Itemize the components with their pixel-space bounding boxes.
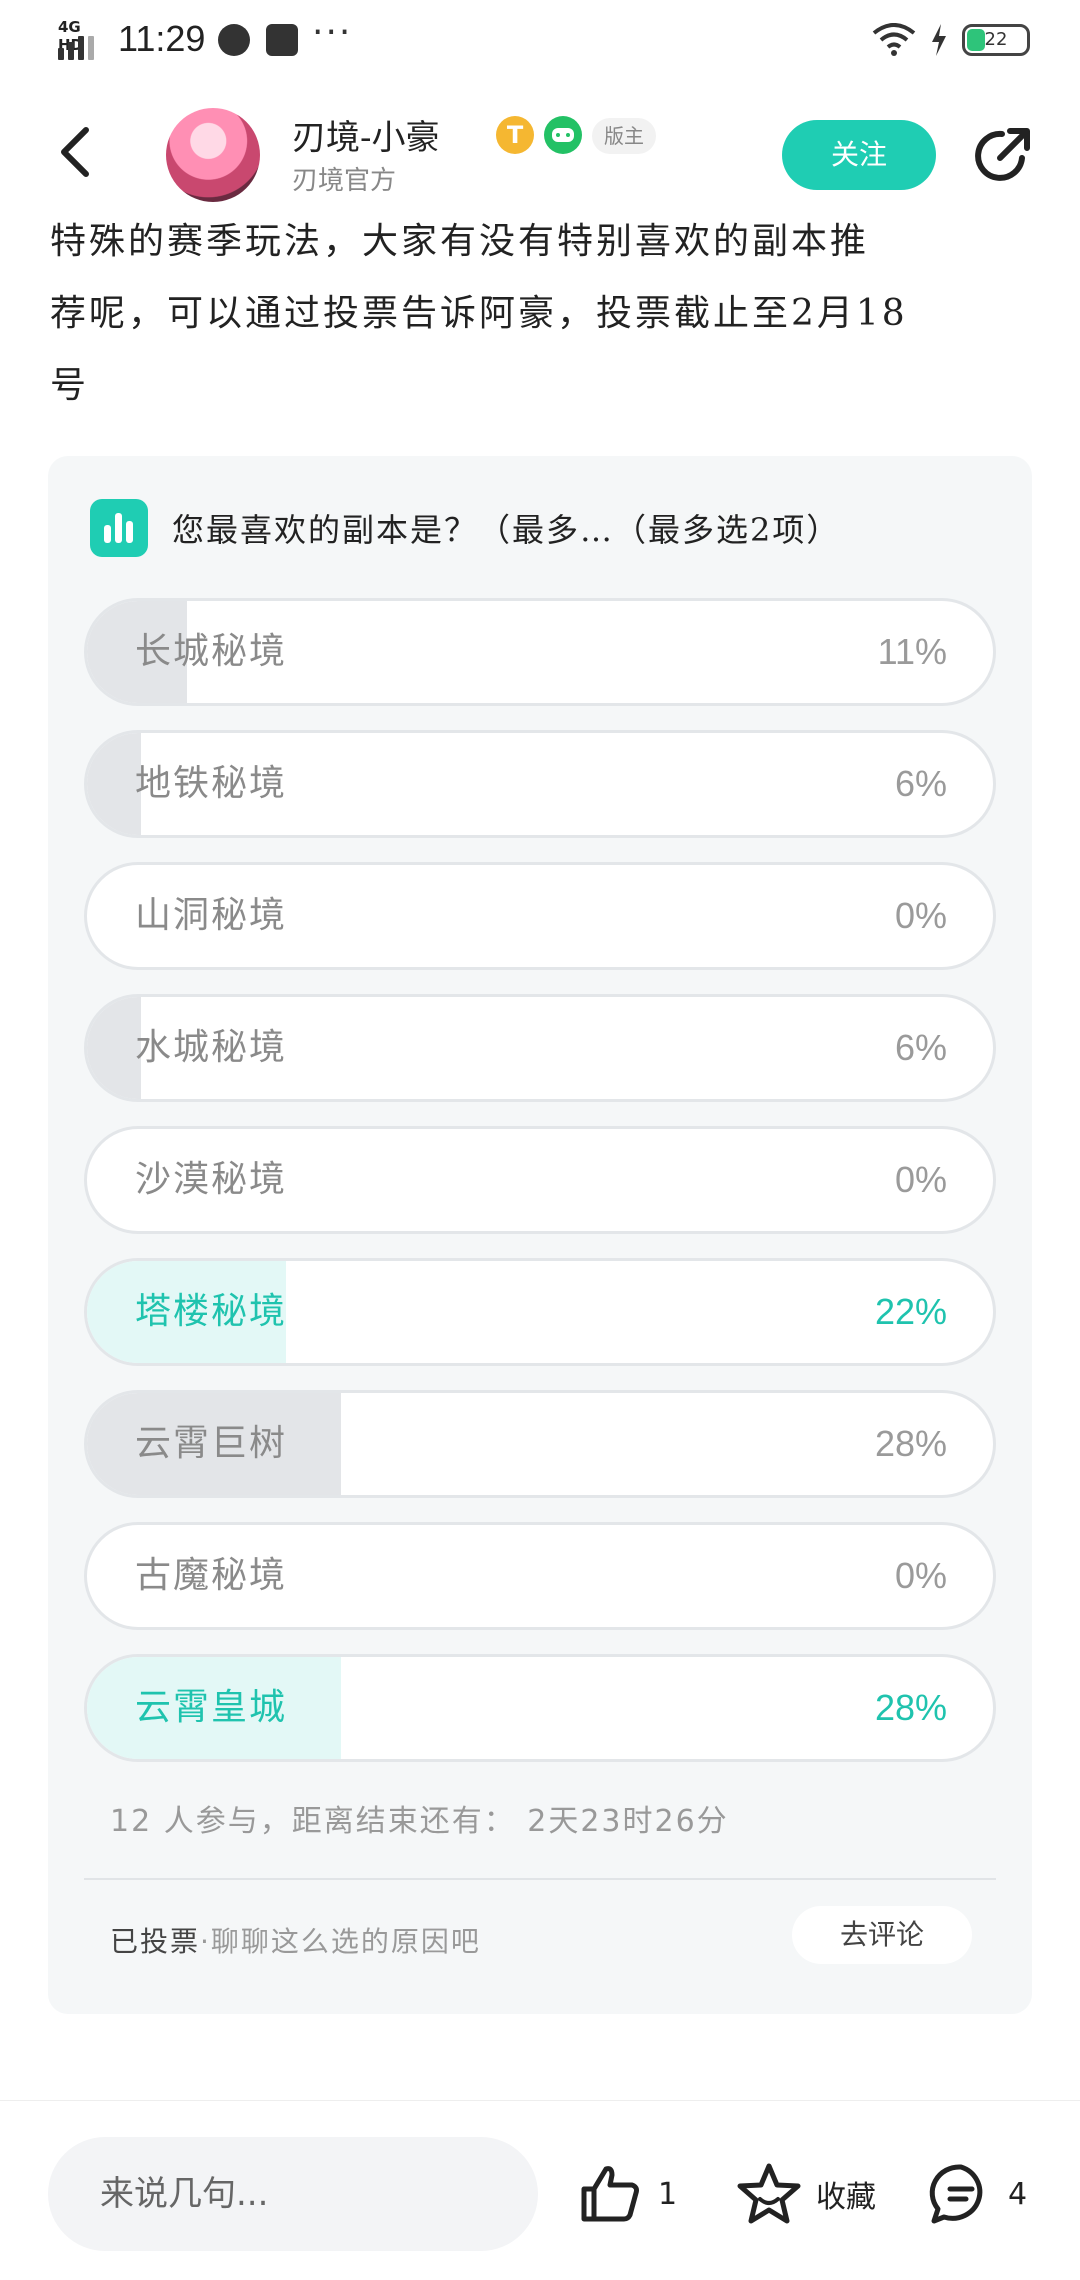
poll-option-percent: 6% — [894, 763, 947, 804]
comment-count: 4 — [1008, 2176, 1028, 2212]
poll-option-percent: 0% — [894, 895, 947, 936]
battery-icon: 22 — [962, 24, 1030, 56]
poll-option-fill — [87, 997, 142, 1099]
poll-option-percent: 22% — [874, 1291, 947, 1332]
thumbs-up-icon — [581, 2166, 639, 2222]
more-notifications-icon: ··· — [312, 12, 353, 53]
poll-option[interactable]: 长城秘境 11% — [84, 598, 996, 706]
bar-chart-icon — [90, 499, 148, 557]
poll-option-percent: 28% — [874, 1423, 947, 1464]
level-badge-icon: T — [496, 116, 534, 154]
like-count: 1 — [658, 2176, 678, 2212]
follow-button[interactable]: 关注 — [782, 120, 936, 190]
poll-option-label: 地铁秘境 — [135, 763, 288, 804]
post-line: 特殊的赛季玩法，大家有没有特别喜欢的副本推 — [50, 221, 870, 262]
poll-option[interactable]: 山洞秘境 0% — [84, 862, 996, 970]
speed-indicator-icon — [218, 24, 250, 56]
poll-option-label: 长城秘境 — [135, 631, 288, 672]
poll-option-percent: 28% — [874, 1687, 947, 1728]
back-arrow-icon[interactable] — [48, 122, 108, 182]
bottom-action-bar: 来说几句... 1 收藏 4 — [0, 2100, 1080, 2280]
poll-option[interactable]: 沙漠秘境 0% — [84, 1126, 996, 1234]
comment-input[interactable]: 来说几句... — [48, 2137, 538, 2251]
poll-option[interactable]: 地铁秘境 6% — [84, 730, 996, 838]
favorite-button[interactable]: 收藏 — [736, 2159, 876, 2229]
poll-option-fill — [87, 733, 142, 835]
divider — [84, 1878, 996, 1880]
cellular-signal-icon: 4G HD — [58, 18, 104, 60]
poll-options: 长城秘境 11% 地铁秘境 6% 山洞秘境 0% 水城秘境 6% 沙漠秘境 0% 塔楼秘境… — [84, 598, 996, 1786]
poll-option-label: 云霄皇城 — [135, 1687, 288, 1728]
poll-option[interactable]: 云霄巨树 28% — [84, 1390, 996, 1498]
like-button[interactable]: 1 — [578, 2159, 677, 2229]
post-line: 号 — [50, 365, 90, 406]
author-subtitle: 刃境官方 — [292, 166, 397, 196]
poll-option-percent: 0% — [894, 1555, 947, 1596]
post-line: 荐呢，可以通过投票告诉阿豪，投票截止至2月18 — [50, 293, 908, 334]
poll-option-label: 沙漠秘境 — [135, 1159, 288, 1200]
poll-title: 您最喜欢的副本是？（最多…（最多选2项） — [172, 511, 841, 549]
share-icon[interactable] — [972, 124, 1034, 186]
poll-card: 您最喜欢的副本是？（最多…（最多选2项） 长城秘境 11% 地铁秘境 6% 山洞秘境… — [48, 456, 1032, 2014]
poll-option-label: 塔楼秘境 — [135, 1291, 288, 1332]
poll-option[interactable]: 云霄皇城 28% — [84, 1654, 996, 1762]
comments-button[interactable]: 4 — [928, 2159, 1027, 2229]
poll-option-label: 古魔秘境 — [135, 1555, 288, 1596]
status-time: 11:29 — [118, 18, 206, 59]
go-comment-button[interactable]: 去评论 — [792, 1906, 972, 1964]
author-avatar[interactable] — [166, 108, 260, 202]
voted-status: 已投票·聊聊这么选的原因吧 — [110, 1920, 481, 1960]
charging-icon — [932, 24, 946, 56]
poll-participation-info: 12 人参与，距离结束还有： 2天23时26分 — [110, 1804, 729, 1839]
poll-option-percent: 0% — [894, 1159, 947, 1200]
favorite-label: 收藏 — [816, 2180, 876, 2215]
app-notification-icon — [266, 24, 298, 56]
poll-option[interactable]: 水城秘境 6% — [84, 994, 996, 1102]
poll-option-percent: 11% — [877, 631, 947, 672]
voted-label: 已投票 — [110, 1925, 201, 1958]
comment-bubble-icon — [929, 2164, 983, 2224]
status-bar: 4G HD 11:29 ··· 22 — [0, 0, 1080, 80]
gamepad-badge-icon — [544, 116, 582, 154]
poll-option-label: 山洞秘境 — [135, 895, 288, 936]
moderator-badge: 版主 — [592, 118, 656, 154]
battery-level: 22 — [984, 29, 1008, 50]
poll-option-percent: 6% — [894, 1027, 947, 1068]
poll-option[interactable]: 塔楼秘境 22% — [84, 1258, 996, 1366]
post-body: 特殊的赛季玩法，大家有没有特别喜欢的副本推 荐呢，可以通过投票告诉阿豪，投票截止… — [50, 206, 1040, 422]
star-icon — [737, 2163, 801, 2224]
poll-option[interactable]: 古魔秘境 0% — [84, 1522, 996, 1630]
author-name[interactable]: 刃境-小豪 — [292, 110, 440, 159]
wifi-icon — [872, 23, 916, 56]
post-header: 刃境-小豪 T 版主 刃境官方 关注 — [0, 96, 1080, 216]
poll-option-label: 水城秘境 — [135, 1027, 288, 1068]
poll-header: 您最喜欢的副本是？（最多…（最多选2项） — [90, 498, 840, 558]
poll-option-label: 云霄巨树 — [135, 1423, 288, 1464]
voted-hint: ·聊聊这么选的原因吧 — [200, 1925, 481, 1958]
